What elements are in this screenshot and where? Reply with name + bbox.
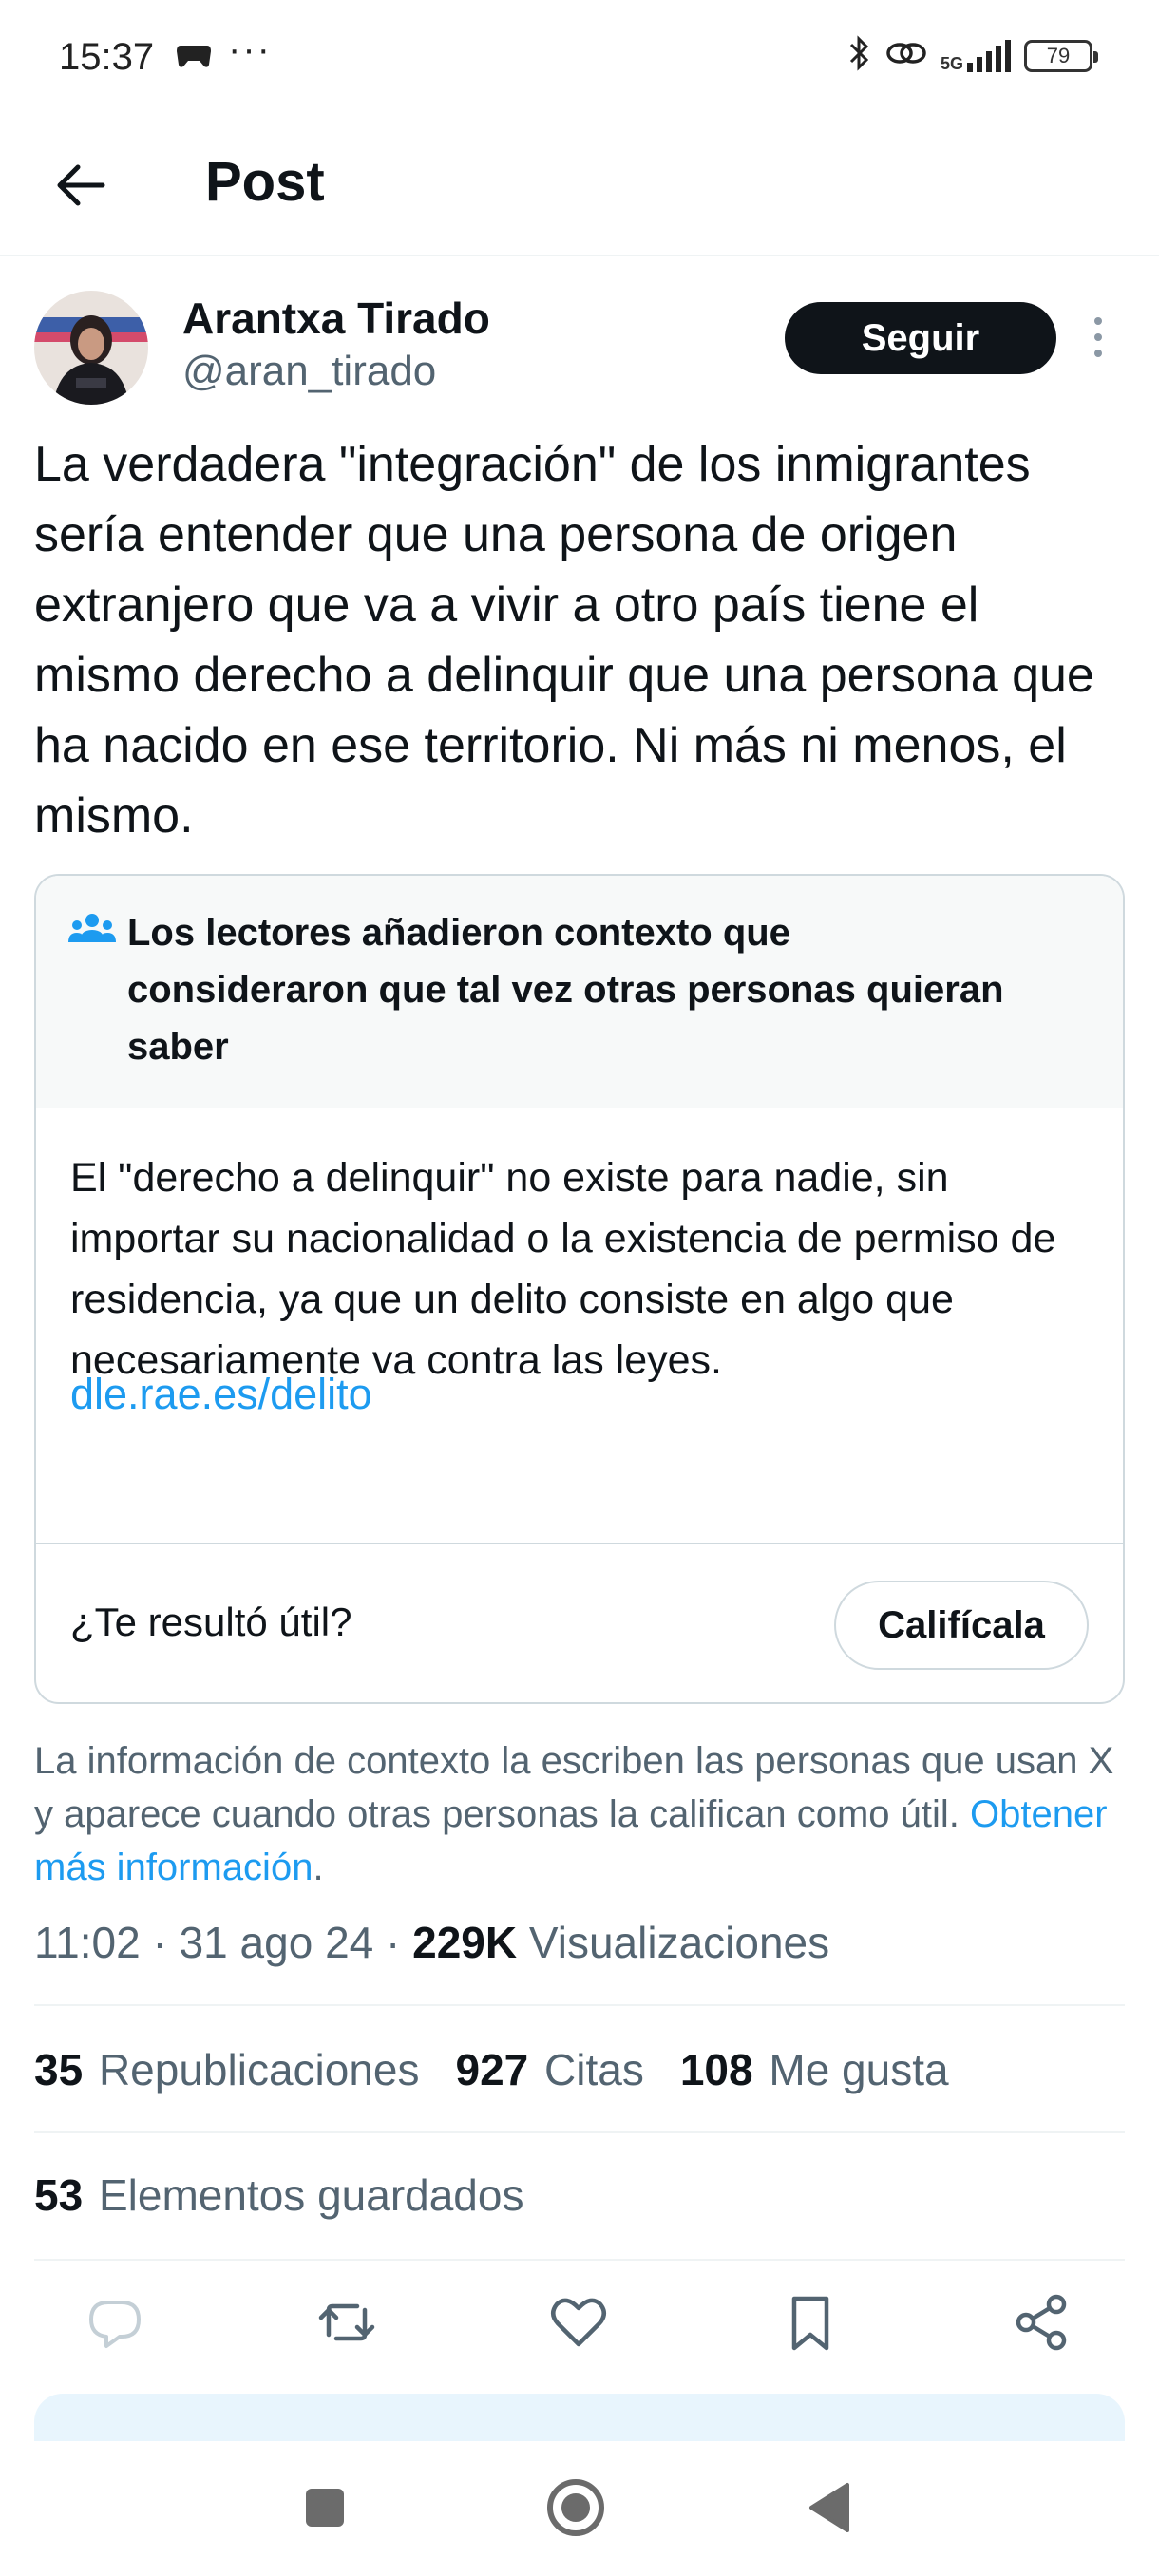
back-triangle-icon[interactable] [796, 2473, 864, 2542]
saved-label: Elementos guardados [98, 2170, 524, 2220]
bookmark-icon[interactable] [777, 2289, 844, 2356]
saved-stat[interactable]: 53 Elementos guardados [34, 2169, 523, 2221]
community-note-body: El "derecho a delinquir" no existe para … [70, 1155, 1056, 1383]
battery-icon: 79 [1024, 39, 1098, 72]
context-info-description: La información de contexto la escriben l… [34, 1740, 1114, 1835]
post-time: 11:02 [34, 1918, 141, 1967]
follow-button[interactable]: Seguir [785, 302, 1056, 374]
meta-separator: · [140, 1918, 180, 1967]
link-icon [885, 38, 927, 73]
bluetooth-icon [847, 34, 872, 77]
quotes-label: Citas [544, 2045, 644, 2094]
network-type: 5G [940, 53, 963, 73]
likes-count: 108 [679, 2045, 753, 2094]
context-info-period: . [313, 1847, 324, 1888]
community-note-link[interactable]: dle.rae.es/delito [70, 1370, 372, 1419]
repost-icon[interactable] [314, 2289, 380, 2356]
share-icon[interactable] [1009, 2289, 1075, 2356]
status-more-dots: ··· [228, 28, 272, 70]
community-note-title: Los lectores añadieron contexto que cons… [127, 912, 1004, 1068]
post-text: La verdadera "integración" de los inmigr… [34, 437, 1094, 843]
avatar[interactable] [34, 291, 148, 405]
divider [34, 2259, 1125, 2261]
post-date: 31 ago 24 [179, 1918, 374, 1967]
post-meta: 11:02 · 31 ago 24 · 229K Visualizaciones [34, 1917, 829, 1968]
rate-button[interactable]: Califícala [834, 1581, 1089, 1670]
quotes-count: 927 [455, 2045, 529, 2094]
status-time: 15:37 [59, 36, 155, 78]
views-label: Visualizaciones [528, 1918, 830, 1967]
meta-separator: · [373, 1918, 413, 1967]
engagement-stats: 35 Republicaciones 927 Citas 108 Me gust… [34, 2044, 949, 2095]
likes-label: Me gusta [769, 2045, 949, 2094]
top-app-bar: Post [0, 123, 1159, 256]
divider [36, 1543, 1123, 1544]
people-icon [68, 912, 116, 950]
reposts-stat[interactable]: 35 Republicaciones [34, 2044, 420, 2095]
arrow-left-icon[interactable] [49, 152, 116, 218]
signal-icon: 5G [940, 39, 1011, 73]
author-name[interactable]: Arantxa Tirado [182, 293, 490, 344]
more-vertical-icon[interactable] [1091, 313, 1106, 361]
community-note: Los lectores añadieron contexto que cons… [34, 874, 1125, 1704]
quotes-stat[interactable]: 927 Citas [456, 2044, 644, 2095]
community-note-header: Los lectores añadieron contexto que cons… [36, 876, 1123, 1108]
reposts-label: Republicaciones [98, 2045, 420, 2094]
page-title: Post [205, 151, 325, 213]
views-count: 229K [412, 1918, 518, 1967]
saved-count: 53 [34, 2170, 84, 2220]
divider [34, 2131, 1125, 2133]
recent-apps-icon[interactable] [291, 2473, 359, 2542]
helpful-question: ¿Te resultó útil? [70, 1600, 352, 1644]
likes-stat[interactable]: 108 Me gusta [680, 2044, 949, 2095]
reposts-count: 35 [34, 2045, 84, 2094]
action-bar [0, 2289, 1159, 2365]
status-bar: 15:37 ··· 5G 79 [0, 0, 1159, 114]
system-nav-bar [0, 2441, 1159, 2576]
reply-icon[interactable] [82, 2289, 148, 2356]
author-handle[interactable]: @aran_tirado [182, 348, 436, 395]
heart-icon[interactable] [545, 2289, 612, 2356]
game-controller-icon [175, 42, 213, 75]
divider [34, 2004, 1125, 2006]
context-info-text: La información de contexto la escriben l… [34, 1734, 1127, 1894]
home-icon[interactable] [542, 2473, 610, 2542]
